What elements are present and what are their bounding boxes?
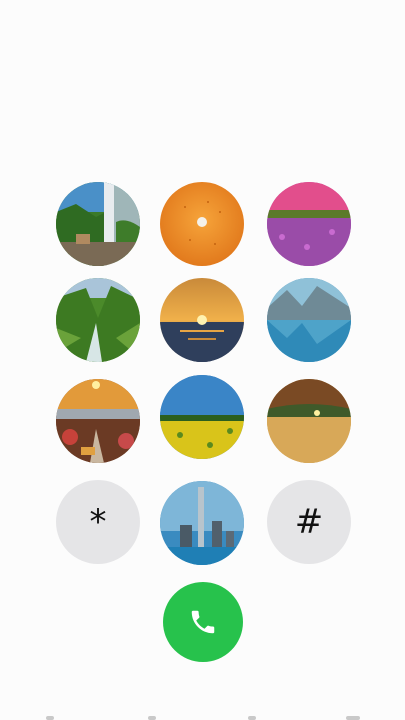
key-5-photo-sunset-sea[interactable] <box>160 278 244 362</box>
phone-icon <box>191 610 215 634</box>
key-2-photo-orange-moon[interactable] <box>160 182 244 266</box>
key-0-photo-city-skyline[interactable] <box>160 481 244 565</box>
nav-hint-right <box>346 716 360 720</box>
key-7-photo-garden-sunset[interactable] <box>56 379 140 463</box>
key-1-photo-waterfall-window[interactable] <box>56 182 140 266</box>
dial-pad: * # <box>0 0 405 720</box>
key-star[interactable]: * <box>56 480 140 564</box>
key-hash[interactable]: # <box>267 480 351 564</box>
key-6-photo-mountain-lake[interactable] <box>267 278 351 362</box>
key-8-photo-rapeseed-field[interactable] <box>160 375 244 459</box>
key-3-photo-purple-field[interactable] <box>267 182 351 266</box>
call-button[interactable] <box>163 582 243 662</box>
key-4-photo-green-valley[interactable] <box>56 278 140 362</box>
key-hash-label: # <box>294 502 324 542</box>
key-9-photo-golden-field[interactable] <box>267 379 351 463</box>
nav-hint-center-left <box>148 716 156 720</box>
nav-hint-left <box>46 716 54 720</box>
nav-hint-center-right <box>248 716 256 720</box>
key-star-label: * <box>89 502 107 542</box>
